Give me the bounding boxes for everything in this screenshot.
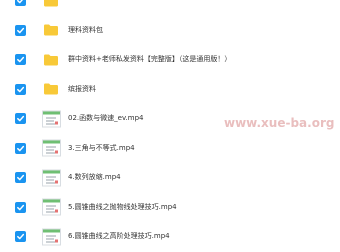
checkbox-checked-icon[interactable] xyxy=(15,0,26,7)
folder-icon xyxy=(44,24,58,36)
video-thumbnail-icon xyxy=(42,169,61,187)
file-name[interactable]: 4.数列放缩.mp4 xyxy=(68,174,121,181)
file-row-7[interactable]: 5.圆锥曲线之抛物线处理技巧.mp4 xyxy=(0,193,340,223)
checkbox-checked-icon[interactable] xyxy=(15,24,26,36)
file-row-6[interactable]: 4.数列放缩.mp4 xyxy=(0,163,340,193)
watermark: www.xue-ba.org xyxy=(224,116,335,130)
video-thumbnail-icon xyxy=(42,198,61,216)
checkbox-checked-icon[interactable] xyxy=(15,201,26,213)
file-name[interactable]: 5.圆锥曲线之抛物线处理技巧.mp4 xyxy=(68,203,177,211)
video-thumbnail-icon xyxy=(42,110,61,128)
file-name[interactable]: 缤报资料 xyxy=(68,85,96,93)
file-name[interactable]: 3.三角与不等式.mp4 xyxy=(68,144,135,152)
folder-icon xyxy=(44,83,58,95)
file-row-5[interactable]: 3.三角与不等式.mp4 xyxy=(0,134,340,164)
file-name[interactable]: 02.函数与微速_ev.mp4 xyxy=(68,115,143,122)
checkbox-checked-icon[interactable] xyxy=(15,231,26,243)
checkbox-checked-icon[interactable] xyxy=(15,172,26,184)
file-row-3[interactable]: 缤报资料 xyxy=(0,75,340,105)
checkbox-checked-icon[interactable] xyxy=(15,113,26,125)
checkbox-checked-icon[interactable] xyxy=(15,54,26,66)
video-thumbnail-icon xyxy=(42,139,61,157)
checkbox-checked-icon[interactable] xyxy=(15,83,26,95)
video-thumbnail-icon xyxy=(42,228,61,246)
file-row-0[interactable] xyxy=(0,0,340,16)
file-row-2[interactable]: 群中资料+老师私发资料【完整版】（这是通用版！） xyxy=(0,45,340,75)
file-name[interactable]: 群中资料+老师私发资料【完整版】（这是通用版！） xyxy=(68,56,231,63)
folder-icon xyxy=(44,54,58,66)
folder-icon xyxy=(44,0,58,7)
checkbox-checked-icon[interactable] xyxy=(15,142,26,154)
file-name[interactable]: 6.圆锥曲线之高阶处理技巧.mp4 xyxy=(68,233,170,240)
file-row-8[interactable]: 6.圆锥曲线之高阶处理技巧.mp4 xyxy=(0,222,340,252)
file-row-1[interactable]: 理科资料包 xyxy=(0,16,340,46)
file-name[interactable]: 理科资料包 xyxy=(68,26,103,34)
